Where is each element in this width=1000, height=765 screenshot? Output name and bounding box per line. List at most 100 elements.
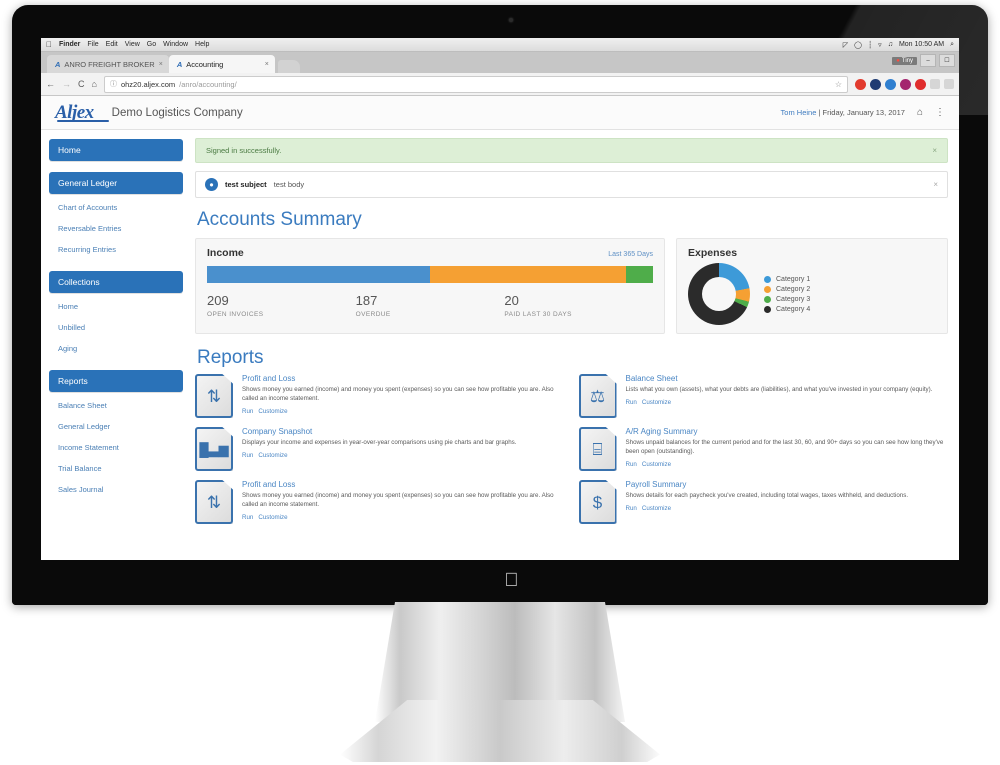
os-menu-finder[interactable]: Finder	[59, 41, 80, 48]
extension-icon-opera[interactable]	[855, 78, 866, 90]
legend-color-swatch	[764, 305, 771, 313]
report-title[interactable]: A/R Aging Summary	[626, 427, 949, 436]
forward-icon[interactable]: →	[62, 79, 71, 89]
tab-close-icon[interactable]: ×	[159, 61, 163, 68]
sidebar-item-recurring-entries[interactable]: Recurring Entries	[49, 239, 183, 260]
os-menu-edit[interactable]: Edit	[106, 41, 118, 48]
report-card-profit-and-loss[interactable]: ⇅ Profit and Loss Shows money you earned…	[195, 374, 565, 418]
report-glyph: █▃▆	[199, 441, 229, 457]
page-info-icon[interactable]: ⓘ	[110, 79, 117, 89]
aljex-app: Aljex Demo Logistics Company Tom Heine |…	[41, 96, 959, 560]
wifi-icon[interactable]: ▿	[878, 41, 882, 49]
os-clock[interactable]: Mon 10:50 AM	[899, 41, 944, 48]
customize-link[interactable]: Customize	[642, 461, 671, 468]
sidebar-item-general-ledger[interactable]: General Ledger	[49, 172, 183, 194]
sidebar-item-income-statement[interactable]: Income Statement	[49, 437, 183, 458]
os-menu-bar[interactable]:  Finder File Edit View Go Window Help ◸…	[41, 38, 959, 52]
extension-icon-magenta[interactable]	[900, 78, 911, 90]
close-icon[interactable]: ×	[932, 146, 937, 155]
income-card-header: Income Last 365 Days	[196, 239, 664, 266]
monitor-bezel:  Finder File Edit View Go Window Help ◸…	[12, 5, 988, 605]
browser-tab-anro-freight-broker[interactable]: A ANRO FREIGHT BROKER ×	[47, 55, 169, 73]
url-path: /anro/accounting/	[179, 79, 237, 89]
sidebar-item-sales-journal[interactable]: Sales Journal	[49, 479, 183, 500]
report-title[interactable]: Profit and Loss	[242, 480, 565, 489]
run-link[interactable]: Run	[626, 399, 637, 406]
extension-icon-grey[interactable]	[930, 79, 940, 89]
os-menu-file[interactable]: File	[87, 41, 98, 48]
reload-icon[interactable]: C	[78, 79, 85, 89]
apple-menu-icon[interactable]: 	[46, 40, 52, 49]
customize-link[interactable]: Customize	[642, 505, 671, 512]
apple-logo-icon: 	[503, 571, 520, 591]
browser-menu-icon[interactable]	[944, 79, 954, 89]
bookmark-star-icon[interactable]: ☆	[835, 80, 842, 89]
overflow-menu-icon[interactable]: ⋮	[935, 107, 945, 118]
report-title[interactable]: Profit and Loss	[242, 374, 565, 383]
run-link[interactable]: Run	[242, 408, 253, 415]
browser-tab-accounting[interactable]: A Accounting ×	[168, 55, 275, 73]
sidebar-item-chart-of-accounts[interactable]: Chart of Accounts	[49, 197, 183, 218]
os-menu-help[interactable]: Help	[195, 41, 209, 48]
address-bar[interactable]: ⓘ ohz20.aljex.com /anro/accounting/ ☆	[103, 75, 848, 93]
new-tab-button[interactable]	[277, 60, 300, 73]
volume-icon[interactable]: ♫	[888, 41, 893, 48]
run-link[interactable]: Run	[626, 461, 637, 468]
home-icon[interactable]: ⌂	[92, 79, 97, 89]
minimize-button[interactable]: –	[920, 54, 936, 67]
screen-recorder-badge[interactable]: ● Tiny	[892, 56, 917, 65]
os-menu-window[interactable]: Window	[163, 41, 188, 48]
back-icon[interactable]: ←	[46, 79, 55, 89]
speech-bubble-icon[interactable]: ◯	[854, 41, 862, 49]
sidebar-item-collections[interactable]: Collections	[49, 271, 183, 293]
report-description: Lists what you own (assets), what your d…	[625, 386, 933, 393]
report-card-profit-and-loss-2[interactable]: ⇅ Profit and Loss Shows money you earned…	[195, 480, 565, 524]
success-alert-text: Signed in successfully.	[206, 146, 282, 155]
stat-open-invoices: 209 OPEN INVOICES	[207, 293, 356, 318]
run-link[interactable]: Run	[242, 452, 253, 459]
header-right: Tom Heine | Friday, January 13, 2017 ⌂ ⋮	[781, 107, 945, 118]
report-card-company-snapshot[interactable]: █▃▆ Company Snapshot Displays your incom…	[195, 427, 565, 471]
battery-icon[interactable]: ┆	[868, 41, 872, 49]
report-card-payroll-summary[interactable]: $ Payroll Summary Shows details for each…	[578, 480, 949, 524]
income-range-link[interactable]: Last 365 Days	[608, 251, 653, 258]
run-link[interactable]: Run	[626, 505, 637, 512]
aljex-logo[interactable]: Aljex	[55, 102, 109, 124]
report-title[interactable]: Balance Sheet	[626, 374, 949, 383]
close-icon[interactable]: ×	[933, 180, 938, 189]
report-card-balance-sheet[interactable]: ⚖ Balance Sheet Lists what you own (asse…	[578, 374, 949, 418]
reports-section-title: Reports	[197, 347, 264, 368]
sidebar-item-balance-sheet[interactable]: Balance Sheet	[49, 395, 183, 416]
maximize-button[interactable]: ☐	[939, 54, 955, 67]
stat-label: OPEN INVOICES	[207, 311, 264, 318]
app-header: Aljex Demo Logistics Company Tom Heine |…	[41, 96, 959, 130]
spotlight-search-icon[interactable]: ⌕	[950, 41, 954, 49]
extension-icon-blue[interactable]	[870, 78, 881, 90]
sidebar-item-aging[interactable]: Aging	[49, 338, 183, 359]
sidebar-item-reports[interactable]: Reports	[49, 370, 183, 392]
user-name[interactable]: Tom Heine	[781, 108, 817, 117]
sidebar-item-collections-home[interactable]: Home	[49, 296, 183, 317]
customize-link[interactable]: Customize	[258, 514, 287, 521]
home-icon[interactable]: ⌂	[917, 107, 923, 118]
report-title[interactable]: Payroll Summary	[626, 480, 949, 489]
os-menu-go[interactable]: Go	[147, 41, 156, 48]
sidebar-item-unbilled[interactable]: Unbilled	[49, 317, 183, 338]
extension-icon-cyan[interactable]	[885, 78, 896, 90]
extension-icon-red[interactable]	[915, 78, 926, 90]
sidebar-item-home[interactable]: Home	[49, 139, 183, 161]
tab-close-icon[interactable]: ×	[265, 61, 269, 68]
os-menu-view[interactable]: View	[125, 41, 140, 48]
time-machine-icon[interactable]: ◸	[843, 41, 848, 49]
report-card-ar-aging-summary[interactable]: ⌸ A/R Aging Summary Shows unpaid balance…	[578, 427, 949, 471]
screenshot-stage:  Finder File Edit View Go Window Help ◸…	[0, 0, 1000, 765]
run-link[interactable]: Run	[242, 514, 253, 521]
customize-link[interactable]: Customize	[642, 399, 671, 406]
sidebar-item-general-ledger-report[interactable]: General Ledger	[49, 416, 183, 437]
sidebar-item-trial-balance[interactable]: Trial Balance	[49, 458, 183, 479]
sidebar-item-reversable-entries[interactable]: Reversable Entries	[49, 218, 183, 239]
customize-link[interactable]: Customize	[258, 452, 287, 459]
report-title[interactable]: Company Snapshot	[242, 427, 565, 436]
income-stats: 209 OPEN INVOICES 187 OVERDUE 20 PAID LA…	[196, 283, 664, 330]
customize-link[interactable]: Customize	[258, 408, 287, 415]
